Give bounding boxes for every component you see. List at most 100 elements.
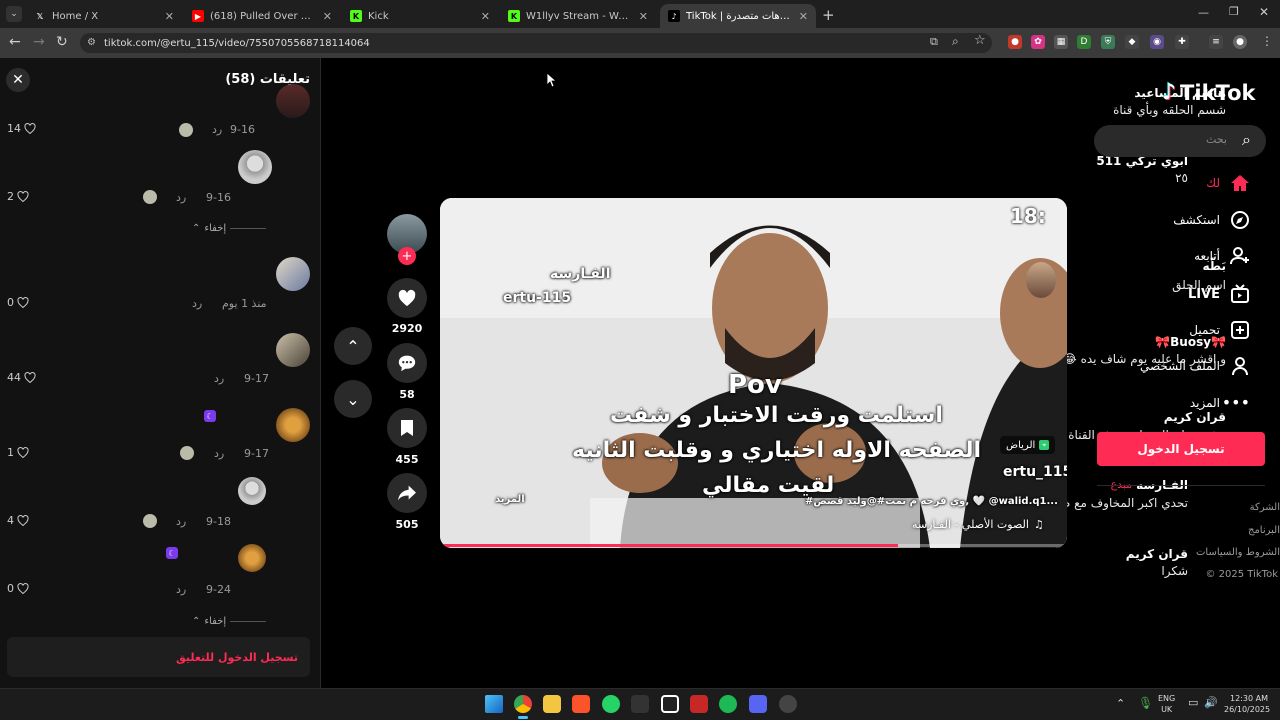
comment-author[interactable]: قران كريم bbox=[1164, 410, 1226, 424]
close-tab-icon[interactable]: ✕ bbox=[481, 10, 490, 23]
spotify-icon[interactable] bbox=[719, 695, 737, 713]
discord-icon[interactable] bbox=[749, 695, 767, 713]
extension-icon[interactable]: ◆ bbox=[1125, 35, 1139, 49]
forward-icon[interactable]: → bbox=[33, 34, 45, 50]
reply-button[interactable]: رد bbox=[214, 447, 224, 460]
search-icon[interactable]: ⌕ bbox=[1242, 130, 1251, 150]
tiktok-logo[interactable]: ♪ TikTok bbox=[1162, 80, 1255, 105]
footer-link-program[interactable]: البرنامج bbox=[1248, 525, 1280, 536]
new-tab-icon[interactable]: + bbox=[822, 6, 835, 24]
close-tab-icon[interactable]: ✕ bbox=[799, 10, 808, 23]
tab-youtube[interactable]: ▶ (618) Pulled Over With LOTS Of ✕ bbox=[184, 4, 340, 28]
video-author[interactable]: ertu_115 bbox=[1003, 464, 1067, 480]
like-comment-button[interactable]: 44 bbox=[7, 371, 36, 384]
install-app-icon[interactable]: ⧉ bbox=[930, 35, 938, 49]
footer-link-company[interactable]: الشركة bbox=[1250, 502, 1280, 513]
capcut-icon[interactable] bbox=[661, 695, 679, 713]
avatar[interactable] bbox=[276, 84, 310, 118]
save-button[interactable] bbox=[387, 408, 427, 448]
extension-icon[interactable]: ▦ bbox=[1054, 35, 1068, 49]
login-button[interactable]: تسجيل الدخول bbox=[1097, 432, 1265, 466]
sidebar-item-profile[interactable]: الملف الشخصي bbox=[1140, 356, 1250, 376]
like-comment-button[interactable]: 0 bbox=[7, 582, 29, 595]
media-control-icon[interactable]: ≡ bbox=[1209, 35, 1223, 49]
extension-icon[interactable]: ✿ bbox=[1031, 35, 1045, 49]
like-comment-button[interactable]: 14 bbox=[7, 122, 36, 135]
hide-replies-button[interactable]: إخفاء ⌃ bbox=[192, 616, 267, 627]
comment-button[interactable] bbox=[387, 343, 427, 383]
sidebar-item-live[interactable]: LIVE bbox=[1188, 284, 1250, 304]
sound-row[interactable]: ♫ الصوت الأصلي - الفـارسه bbox=[912, 518, 1044, 531]
minimize-icon[interactable]: — bbox=[1198, 6, 1209, 19]
clock[interactable]: 12:30 AM 26/10/2025 bbox=[1224, 693, 1270, 715]
like-button[interactable] bbox=[387, 278, 427, 318]
site-info-icon[interactable]: ⚙ bbox=[87, 37, 96, 48]
reply-button[interactable]: رد bbox=[176, 191, 186, 204]
tab-kick[interactable]: K Kick ✕ bbox=[342, 4, 498, 28]
like-comment-button[interactable]: 4 bbox=[7, 514, 29, 527]
progress-track[interactable] bbox=[440, 544, 1067, 547]
whatsapp-icon[interactable] bbox=[602, 695, 620, 713]
volume-icon[interactable]: 🔊 bbox=[1204, 696, 1218, 709]
avatar[interactable] bbox=[276, 333, 310, 367]
follow-plus-icon[interactable]: + bbox=[398, 247, 416, 265]
sidebar-item-for-you[interactable]: لك bbox=[1206, 174, 1250, 192]
extensions-puzzle-icon[interactable]: ✚ bbox=[1175, 35, 1189, 49]
microphone-icon[interactable]: 🎙 bbox=[1138, 696, 1153, 710]
tab-search-button[interactable]: ⌄ bbox=[6, 6, 22, 22]
back-icon[interactable]: ← bbox=[9, 34, 21, 50]
avatar[interactable] bbox=[276, 257, 310, 291]
windows-start-icon[interactable] bbox=[485, 695, 503, 713]
reply-button[interactable]: رد bbox=[176, 583, 186, 596]
tab-tiktok[interactable]: ♪ TikTok | شاهد فيديوهات متصدرة ✕ bbox=[660, 4, 816, 28]
avatar[interactable] bbox=[238, 477, 266, 505]
avatar[interactable] bbox=[276, 408, 310, 442]
network-icon[interactable]: ▭ bbox=[1188, 696, 1198, 709]
brave-icon[interactable] bbox=[572, 695, 590, 713]
chevron-up-icon[interactable]: ⌃ bbox=[1116, 697, 1125, 710]
like-comment-button[interactable]: 0 bbox=[7, 296, 29, 309]
chrome-icon[interactable] bbox=[514, 695, 532, 713]
location-chip[interactable]: ⌖ الرياض bbox=[1000, 436, 1056, 454]
close-tab-icon[interactable]: ✕ bbox=[165, 10, 174, 23]
language-indicator[interactable]: ENG UK bbox=[1158, 693, 1175, 715]
hide-replies-button[interactable]: إخفاء ⌃ bbox=[192, 223, 267, 234]
close-tab-icon[interactable]: ✕ bbox=[323, 10, 332, 23]
maximize-icon[interactable]: ❐ bbox=[1229, 5, 1239, 18]
profile-avatar-icon[interactable]: ● bbox=[1233, 35, 1247, 49]
extension-icon[interactable]: D bbox=[1077, 35, 1091, 49]
app-icon[interactable] bbox=[690, 695, 708, 713]
video-player[interactable]: :18 الفـارسه ertu-115 Pov استلمت ورقت ال… bbox=[440, 198, 1067, 548]
reply-button[interactable]: رد bbox=[192, 297, 202, 310]
reply-button[interactable]: رد bbox=[214, 372, 224, 385]
close-window-icon[interactable]: ✕ bbox=[1259, 5, 1269, 19]
app-icon[interactable] bbox=[631, 695, 649, 713]
tab-x[interactable]: 𝕏 Home / X ✕ bbox=[26, 4, 182, 28]
more-description-button[interactable]: المزيد bbox=[495, 494, 525, 505]
extension-icon[interactable]: ⛨ bbox=[1101, 35, 1115, 49]
sidebar-item-upload[interactable]: تحميل bbox=[1189, 320, 1250, 340]
browser-menu-icon[interactable]: ⋮ bbox=[1261, 34, 1273, 48]
extension-icon[interactable]: ● bbox=[1008, 35, 1022, 49]
zoom-icon[interactable]: ⌕ bbox=[952, 34, 959, 49]
previous-video-button[interactable]: ⌃ bbox=[334, 327, 372, 365]
next-video-button[interactable]: ⌄ bbox=[334, 380, 372, 418]
like-comment-button[interactable]: 1 bbox=[7, 446, 29, 459]
sidebar-item-explore[interactable]: استكشف bbox=[1173, 210, 1250, 230]
login-to-comment-button[interactable]: تسجيل الدخول للتعليق bbox=[7, 637, 310, 677]
sidebar-item-following[interactable]: أتابعه bbox=[1194, 246, 1250, 266]
comment-author[interactable]: قران كريم bbox=[1126, 547, 1188, 561]
avatar[interactable] bbox=[238, 150, 272, 184]
address-bar[interactable]: tiktok.com/@ertu_115/video/7550705568718… bbox=[80, 33, 992, 53]
reload-icon[interactable]: ↻ bbox=[56, 34, 68, 50]
close-comments-button[interactable]: ✕ bbox=[6, 68, 30, 92]
close-tab-icon[interactable]: ✕ bbox=[639, 10, 648, 23]
sidebar-item-more[interactable]: ••• المزيد bbox=[1190, 393, 1250, 412]
like-comment-button[interactable]: 2 bbox=[7, 190, 29, 203]
app-icon[interactable] bbox=[779, 695, 797, 713]
reply-button[interactable]: رد bbox=[176, 515, 186, 528]
avatar[interactable] bbox=[238, 544, 266, 572]
reply-button[interactable]: رد bbox=[212, 123, 222, 136]
search-input[interactable] bbox=[1094, 125, 1266, 157]
footer-link-terms[interactable]: الشروط والسياسات bbox=[1196, 547, 1280, 558]
